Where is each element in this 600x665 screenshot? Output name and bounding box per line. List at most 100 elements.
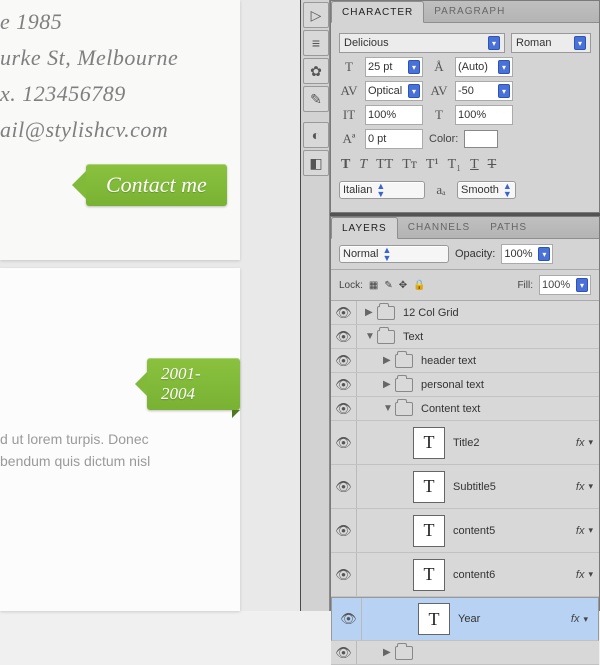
layer-name[interactable]: Year [458,613,571,625]
chevron-down-icon[interactable]: ▾ [588,525,593,536]
leading-input[interactable]: (Auto)▾ [455,57,513,77]
faux-bold-button[interactable]: T [341,157,350,173]
aa-icon: aₐ [431,182,451,198]
visibility-toggle[interactable]: 👁 [331,421,357,464]
chevron-down-icon[interactable]: ▾ [588,481,593,492]
tab-character[interactable]: CHARACTER [331,1,424,23]
layer-name[interactable]: content5 [453,525,576,537]
tab-paths[interactable]: PATHS [480,217,537,239]
layer-name[interactable]: Subtitle5 [453,481,576,493]
visibility-toggle[interactable]: 👁 [331,397,357,420]
lock-pixels-icon[interactable]: ✎ [384,280,392,291]
visibility-toggle[interactable]: 👁 [336,598,362,640]
disclosure-triangle[interactable]: ▶ [381,647,395,658]
chevron-down-icon[interactable]: ▾ [583,614,588,625]
size-icon: T [339,59,359,75]
fill-label: Fill: [517,280,533,291]
tab-layers[interactable]: LAYERS [331,217,398,239]
layer-row-text[interactable]: 👁▶Tcontent6fx▾ [331,553,599,597]
body-line: bendum quis dictum nisl [0,450,240,472]
tracking-input[interactable]: -50▾ [455,81,513,101]
faux-italic-button[interactable]: T [359,157,367,173]
font-family-select[interactable]: Delicious▾ [339,33,505,53]
tool-icon[interactable]: ≡ [303,30,329,56]
text-color-swatch[interactable] [464,130,498,148]
layer-row-group[interactable]: 👁 ▶ header text [331,349,599,373]
layer-name[interactable]: Text [403,331,599,343]
vscale-input[interactable]: 100% [455,105,513,125]
font-style-select[interactable]: Roman▾ [511,33,591,53]
layer-name[interactable]: Title2 [453,437,576,449]
cv-line: urke St, Melbourne [0,40,240,76]
visibility-toggle[interactable]: 👁 [331,373,357,396]
smallcaps-button[interactable]: Tᴛ [402,157,417,173]
opacity-label: Opacity: [455,248,495,260]
disclosure-triangle[interactable]: ▶ [363,307,377,318]
layer-row-group[interactable]: 👁▶ [331,641,599,665]
chevron-down-icon[interactable]: ▾ [588,437,593,448]
visibility-toggle[interactable]: 👁 [331,641,357,664]
tool-icon[interactable]: ▷ [303,2,329,28]
visibility-toggle[interactable]: 👁 [331,553,357,596]
cv-line: e 1985 [0,4,240,40]
visibility-toggle[interactable]: 👁 [331,465,357,508]
layer-list[interactable]: 👁▶12 Col Grid👁▼Text👁▶header text👁▶person… [331,301,599,665]
layer-row-text[interactable]: 👁▶TYearfx▾ [331,597,599,641]
opacity-input[interactable]: 100%▾ [501,244,553,264]
disclosure-triangle[interactable]: ▶ [381,355,395,366]
layer-row-text[interactable]: 👁▶TTitle2fx▾ [331,421,599,465]
font-size-input[interactable]: 25 pt▾ [365,57,423,77]
disclosure-triangle[interactable]: ▶ [381,379,395,390]
layer-row-group[interactable]: 👁 ▼ Text [331,325,599,349]
layer-row-text[interactable]: 👁▶Tcontent5fx▾ [331,509,599,553]
layer-name[interactable]: personal text [421,379,599,391]
layer-name[interactable]: header text [421,355,599,367]
visibility-toggle[interactable]: 👁 [331,509,357,552]
hscale-input[interactable]: 100% [365,105,423,125]
layer-row-group[interactable]: 👁 ▶ personal text [331,373,599,397]
lock-position-icon[interactable]: ✥ [399,280,407,291]
fx-icon[interactable]: fx [576,481,585,493]
tool-icon[interactable]: ✿ [303,58,329,84]
text-layer-icon: T [413,559,445,591]
layer-name[interactable]: Content text [421,403,599,415]
fx-icon[interactable]: fx [576,569,585,581]
antialias-select[interactable]: Smooth▲▼ [457,181,516,199]
kerning-select[interactable]: Optical▾ [365,81,423,101]
visibility-toggle[interactable]: 👁 [331,301,357,324]
disclosure-triangle[interactable]: ▼ [381,403,395,414]
document-page-top: e 1985 urke St, Melbourne x. 123456789 a… [0,0,240,260]
language-select[interactable]: Italian▲▼ [339,181,425,199]
layer-row-group[interactable]: 👁 ▼ Content text [331,397,599,421]
layer-name[interactable]: 12 Col Grid [403,307,599,319]
baseline-input[interactable]: 0 pt [365,129,423,149]
blend-mode-select[interactable]: Normal▲▼ [339,245,449,263]
leading-icon: Å [429,59,449,75]
tab-paragraph[interactable]: PARAGRAPH [424,1,515,23]
fx-icon[interactable]: fx [576,525,585,537]
superscript-button[interactable]: T¹ [426,157,439,173]
lock-transparency-icon[interactable]: ▦ [369,280,378,291]
layer-name[interactable]: content6 [453,569,576,581]
tool-icon[interactable]: ◧ [303,150,329,176]
tool-icon[interactable]: ◐ [303,122,329,148]
layer-row-group[interactable]: 👁 ▶ 12 Col Grid [331,301,599,325]
underline-button[interactable]: T [470,157,479,173]
visibility-toggle[interactable]: 👁 [331,325,357,348]
layer-row-text[interactable]: 👁▶TSubtitle5fx▾ [331,465,599,509]
tool-icon[interactable]: ✎ [303,86,329,112]
year-tag[interactable]: 2001-2004 [147,358,240,410]
tab-channels[interactable]: CHANNELS [398,217,480,239]
disclosure-triangle[interactable]: ▼ [363,331,377,342]
subscript-button[interactable]: T₁ [448,157,461,173]
fx-icon[interactable]: fx [576,437,585,449]
lock-all-icon[interactable]: 🔒 [413,280,425,291]
fill-input[interactable]: 100%▾ [539,275,591,295]
allcaps-button[interactable]: TT [376,157,393,173]
chevron-down-icon[interactable]: ▾ [588,569,593,580]
contact-me-button[interactable]: Contact me [86,164,227,206]
fx-icon[interactable]: fx [571,613,580,625]
strikethrough-button[interactable]: T [488,157,497,173]
visibility-toggle[interactable]: 👁 [331,349,357,372]
dock-strip: ▷ ≡ ✿ ✎ ◐ ◧ [300,0,330,611]
